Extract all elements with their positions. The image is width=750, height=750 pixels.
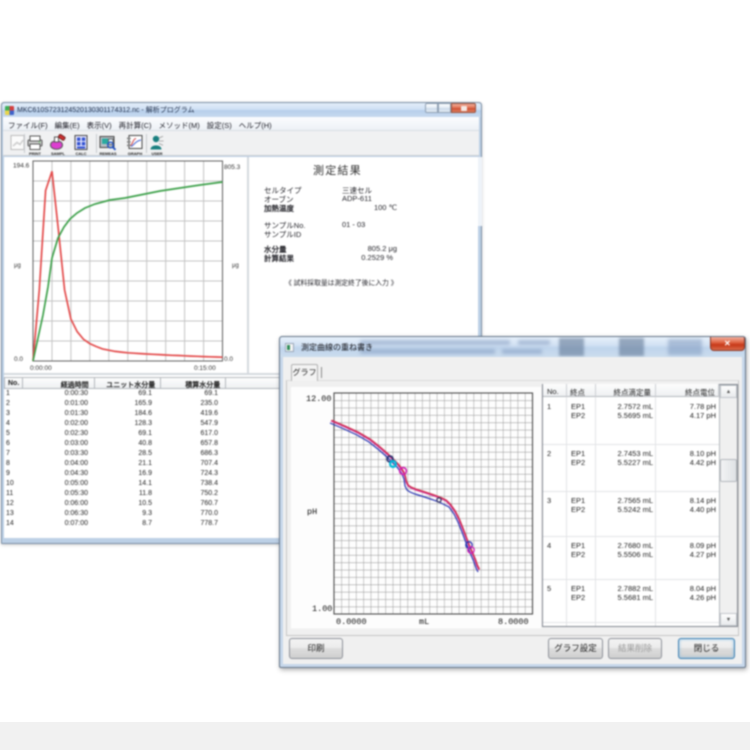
svg-text:0:00:00: 0:00:00 bbox=[30, 365, 52, 372]
svg-text:μg: μg bbox=[232, 263, 239, 269]
svg-text:805.3: 805.3 bbox=[224, 164, 241, 171]
svg-text:μg: μg bbox=[14, 263, 21, 269]
svg-text:0:15:00: 0:15:00 bbox=[194, 365, 216, 372]
svg-text:0.0: 0.0 bbox=[14, 356, 23, 363]
svg-text:194.6: 194.6 bbox=[13, 163, 30, 170]
svg-text:0.0: 0.0 bbox=[224, 356, 233, 363]
